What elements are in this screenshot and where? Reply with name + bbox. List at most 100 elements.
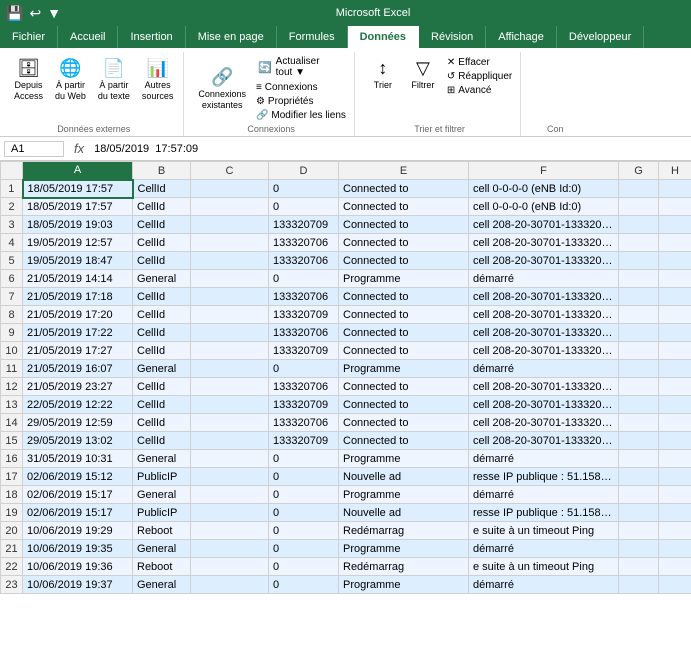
cell-H13[interactable]: [659, 396, 691, 414]
cell-B10[interactable]: CellId: [133, 342, 191, 360]
cell-G7[interactable]: [619, 288, 659, 306]
cell-H15[interactable]: [659, 432, 691, 450]
cell-F19[interactable]: resse IP publique : 51.158.XXX.XXX: [469, 504, 619, 522]
cell-B21[interactable]: General: [133, 540, 191, 558]
cell-A21[interactable]: 10/06/2019 19:35: [23, 540, 133, 558]
cell-C20[interactable]: [191, 522, 269, 540]
cell-H1[interactable]: [659, 180, 691, 198]
btn-connexions-existantes[interactable]: 🔗 Connexionsexistantes: [194, 63, 250, 113]
cell-D4[interactable]: 133320706: [269, 234, 339, 252]
cell-G22[interactable]: [619, 558, 659, 576]
cell-A12[interactable]: 21/05/2019 23:27: [23, 378, 133, 396]
btn-proprietes[interactable]: ⚙ Propriétés: [254, 95, 348, 108]
cell-B8[interactable]: CellId: [133, 306, 191, 324]
tab-revision[interactable]: Révision: [419, 26, 486, 48]
cell-H2[interactable]: [659, 198, 691, 216]
cell-D22[interactable]: 0: [269, 558, 339, 576]
cell-H12[interactable]: [659, 378, 691, 396]
cell-C8[interactable]: [191, 306, 269, 324]
cell-G21[interactable]: [619, 540, 659, 558]
formula-input[interactable]: [90, 142, 687, 156]
cell-D17[interactable]: 0: [269, 468, 339, 486]
cell-A23[interactable]: 10/06/2019 19:37: [23, 576, 133, 594]
cell-C2[interactable]: [191, 198, 269, 216]
cell-G1[interactable]: [619, 180, 659, 198]
cell-F6[interactable]: démarré: [469, 270, 619, 288]
tab-accueil[interactable]: Accueil: [58, 26, 118, 48]
cell-G15[interactable]: [619, 432, 659, 450]
cell-H22[interactable]: [659, 558, 691, 576]
cell-E22[interactable]: Redémarrag: [339, 558, 469, 576]
cell-B3[interactable]: CellId: [133, 216, 191, 234]
cell-H10[interactable]: [659, 342, 691, 360]
cell-B4[interactable]: CellId: [133, 234, 191, 252]
cell-F13[interactable]: cell 208-20-30701-133320709 (eNB Id:5207…: [469, 396, 619, 414]
cell-G16[interactable]: [619, 450, 659, 468]
cell-H17[interactable]: [659, 468, 691, 486]
cell-C12[interactable]: [191, 378, 269, 396]
cell-E12[interactable]: Connected to: [339, 378, 469, 396]
tab-developpeur[interactable]: Développeur: [557, 26, 644, 48]
btn-autres-sources[interactable]: 📊 Autressources: [138, 54, 178, 104]
cell-H6[interactable]: [659, 270, 691, 288]
cell-F1[interactable]: cell 0-0-0-0 (eNB Id:0): [469, 180, 619, 198]
cell-A3[interactable]: 18/05/2019 19:03: [23, 216, 133, 234]
cell-A1[interactable]: 18/05/2019 17:57: [23, 180, 133, 198]
cell-D19[interactable]: 0: [269, 504, 339, 522]
cell-G18[interactable]: [619, 486, 659, 504]
tab-affichage[interactable]: Affichage: [486, 26, 557, 48]
btn-depuis-web[interactable]: 🌐 À partirdu Web: [51, 54, 90, 104]
cell-E10[interactable]: Connected to: [339, 342, 469, 360]
cell-B9[interactable]: CellId: [133, 324, 191, 342]
cell-H21[interactable]: [659, 540, 691, 558]
cell-C13[interactable]: [191, 396, 269, 414]
save-icon[interactable]: 💾: [6, 5, 23, 22]
cell-F23[interactable]: démarré: [469, 576, 619, 594]
cell-D13[interactable]: 133320709: [269, 396, 339, 414]
quick-access-toolbar[interactable]: 💾 ↩ ▼: [6, 5, 61, 22]
col-header-b[interactable]: B: [133, 162, 191, 180]
btn-trier[interactable]: ↕ Trier: [365, 54, 401, 93]
cell-F11[interactable]: démarré: [469, 360, 619, 378]
cell-F12[interactable]: cell 208-20-30701-133320706 (eNB Id:5207…: [469, 378, 619, 396]
cell-C7[interactable]: [191, 288, 269, 306]
cell-E6[interactable]: Programme: [339, 270, 469, 288]
tab-mise-en-page[interactable]: Mise en page: [186, 26, 277, 48]
cell-B23[interactable]: General: [133, 576, 191, 594]
btn-avance[interactable]: ⊞ Avancé: [445, 84, 514, 97]
cell-G23[interactable]: [619, 576, 659, 594]
cell-C18[interactable]: [191, 486, 269, 504]
cell-C1[interactable]: [191, 180, 269, 198]
cell-D3[interactable]: 133320709: [269, 216, 339, 234]
cell-C10[interactable]: [191, 342, 269, 360]
cell-H5[interactable]: [659, 252, 691, 270]
cell-G5[interactable]: [619, 252, 659, 270]
cell-B6[interactable]: General: [133, 270, 191, 288]
cell-B15[interactable]: CellId: [133, 432, 191, 450]
cell-D21[interactable]: 0: [269, 540, 339, 558]
cell-H18[interactable]: [659, 486, 691, 504]
cell-A11[interactable]: 21/05/2019 16:07: [23, 360, 133, 378]
cell-C11[interactable]: [191, 360, 269, 378]
cell-F22[interactable]: e suite à un timeout Ping: [469, 558, 619, 576]
cell-C15[interactable]: [191, 432, 269, 450]
btn-effacer[interactable]: ✕ Effacer: [445, 56, 514, 69]
cell-G10[interactable]: [619, 342, 659, 360]
cell-E15[interactable]: Connected to: [339, 432, 469, 450]
cell-H11[interactable]: [659, 360, 691, 378]
cell-F3[interactable]: cell 208-20-30701-133320709 (eNB Id:5207…: [469, 216, 619, 234]
cell-D20[interactable]: 0: [269, 522, 339, 540]
cell-H3[interactable]: [659, 216, 691, 234]
btn-modifier-liens[interactable]: 🔗 Modifier les liens: [254, 109, 348, 122]
cell-C21[interactable]: [191, 540, 269, 558]
cell-D15[interactable]: 133320709: [269, 432, 339, 450]
cell-G3[interactable]: [619, 216, 659, 234]
cell-C23[interactable]: [191, 576, 269, 594]
cell-C14[interactable]: [191, 414, 269, 432]
cell-E9[interactable]: Connected to: [339, 324, 469, 342]
cell-G11[interactable]: [619, 360, 659, 378]
btn-filtrer[interactable]: ▽ Filtrer: [405, 54, 441, 93]
cell-C17[interactable]: [191, 468, 269, 486]
cell-E8[interactable]: Connected to: [339, 306, 469, 324]
cell-B18[interactable]: General: [133, 486, 191, 504]
